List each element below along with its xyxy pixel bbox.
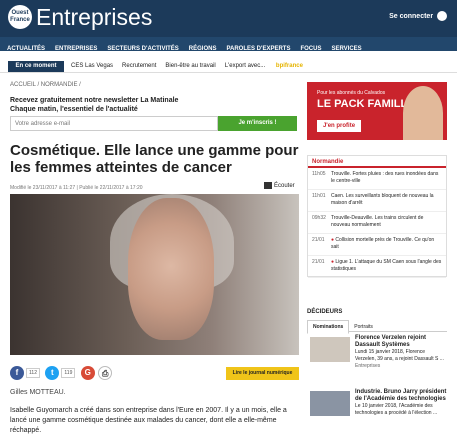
- nav-item-paroles[interactable]: PAROLES D'EXPERTS: [226, 46, 290, 52]
- subscribe-button[interactable]: Je m'inscris !: [218, 116, 297, 131]
- news-time: 21/01: [312, 237, 325, 243]
- decideurs-title: DÉCIDEURS: [307, 309, 343, 315]
- decideurs-tabs: Nominations Portraits: [307, 320, 447, 334]
- facebook-icon[interactable]: f: [10, 366, 24, 380]
- newsletter-line2: Chaque matin, l'essentiel de l'actualité: [10, 106, 138, 113]
- bpifrance-logo[interactable]: bpifrance: [276, 63, 303, 69]
- normandie-header[interactable]: Normandie: [308, 156, 446, 168]
- article-photo: [10, 194, 299, 355]
- normandie-widget: Normandie 11h05 Trouville. Fortes pluies …: [307, 155, 447, 278]
- nav-item-secteurs[interactable]: SECTEURS D'ACTIVITÉS: [107, 46, 178, 52]
- ouest-france-logo[interactable]: Ouest France: [8, 5, 32, 29]
- trending-item[interactable]: Recrutement: [122, 63, 156, 69]
- listen-button[interactable]: Écouter: [264, 182, 295, 189]
- read-journal-button[interactable]: Lire le journal numérique: [226, 367, 299, 380]
- tab-portraits[interactable]: Portraits: [349, 321, 378, 333]
- print-icon[interactable]: ⎙: [98, 366, 113, 380]
- news-text: Ligue 1. L'attaque du SM Caen sous l'ang…: [331, 259, 442, 272]
- trending-item[interactable]: CES Las Vegas: [71, 63, 113, 69]
- ad-line1: Pour les abonnés du Calvados: [317, 90, 386, 96]
- brand-title[interactable]: Entreprises: [36, 4, 152, 31]
- photo-face: [128, 198, 214, 340]
- article-title: Cosmétique. Elle lance une gamme pour le…: [10, 142, 299, 176]
- top-bar: Ouest France Entreprises Se connecter: [0, 0, 457, 37]
- ad-banner[interactable]: Pour les abonnés du Calvados LE PACK FAM…: [307, 82, 447, 140]
- decideur-photo: [310, 337, 350, 362]
- email-field[interactable]: Votre adresse e-mail: [10, 116, 218, 131]
- user-icon: [437, 11, 447, 21]
- photo-credit: Gilles MOTTEAU.: [10, 389, 66, 396]
- ad-family-image: [403, 86, 443, 140]
- twitter-count: 119: [61, 368, 76, 378]
- nav-item-services[interactable]: SERVICES: [331, 46, 361, 52]
- decideur-photo: [310, 391, 350, 416]
- twitter-icon[interactable]: t: [45, 366, 60, 380]
- decideur-title: Florence Verzelen rejoint Dassault Systè…: [355, 335, 427, 348]
- news-item[interactable]: 21/01 ● Collision mortelle près de Trouvi…: [308, 234, 446, 256]
- news-time: 11h05: [312, 171, 326, 177]
- article-lead: Isabelle Guyomarch a créé dans son entre…: [10, 407, 287, 434]
- trending-bar: En ce moment CES Las Vegas Recrutement Bie…: [0, 58, 457, 73]
- listen-label: Écouter: [274, 183, 295, 190]
- trending-item[interactable]: L'export avec...: [225, 63, 267, 69]
- news-time: 11h01: [312, 193, 326, 199]
- news-item[interactable]: 09h32 Trouville-Deauville. Les trains cir…: [308, 212, 446, 234]
- main-nav: ACTUALITÉS ENTREPRISES SECTEURS D'ACTIVITÉ…: [0, 37, 457, 52]
- news-text: Trouville. Fortes pluies : des rues inon…: [331, 171, 439, 184]
- news-item[interactable]: 11h05 Trouville. Fortes pluies : des rues…: [308, 168, 446, 190]
- nav-item-regions[interactable]: RÉGIONS: [189, 46, 217, 52]
- article-dates: Modifié le 23/11/2017 à 11:27 | Publié l…: [10, 185, 143, 191]
- login-label: Se connecter: [389, 12, 434, 20]
- news-item[interactable]: 11h01 Caen. Les surveillants bloquent de …: [308, 190, 446, 212]
- breadcrumb[interactable]: ACCUEIL / NORMANDIE /: [10, 82, 81, 88]
- trending-item[interactable]: Bien-être au travail: [165, 63, 215, 69]
- decideur-text: Le 10 janvier 2018, l'Académie des techn…: [355, 403, 438, 416]
- decideur-text: Lundi 15 janvier 2018, Florence Verzelen…: [355, 349, 444, 362]
- ad-line2: LE PACK FAMILLE: [317, 98, 415, 110]
- news-time: 09h32: [312, 215, 326, 221]
- decideur-source: Entreprises: [355, 363, 381, 369]
- news-text: Collision mortelle près de Trouville. Ce…: [331, 237, 435, 250]
- decideur-item[interactable]: Industrie. Bruno Jarry président de l'Ac…: [307, 388, 447, 439]
- news-time: 21/01: [312, 259, 325, 265]
- nav-item-focus[interactable]: FOCUS: [300, 46, 321, 52]
- share-bar: f 112 t 119 G ⎙: [10, 366, 114, 380]
- newsletter-promo: Recevez gratuitement notre newsletter La…: [10, 96, 178, 114]
- login-link[interactable]: Se connecter: [389, 11, 447, 21]
- trending-label: En ce moment: [8, 61, 64, 72]
- nav-item-entreprises[interactable]: ENTREPRISES: [55, 46, 97, 52]
- google-plus-icon[interactable]: G: [80, 366, 95, 380]
- nav-item-actualites[interactable]: ACTUALITÉS: [7, 46, 45, 52]
- speaker-icon: [264, 182, 272, 189]
- decideur-title: Industrie. Bruno Jarry président de l'Ac…: [355, 389, 447, 402]
- news-text: Trouville-Deauville. Les trains circulen…: [331, 215, 424, 228]
- news-text: Caen. Les surveillants bloquent de nouve…: [331, 193, 434, 206]
- ad-cta-button[interactable]: J'en profite: [317, 120, 361, 132]
- facebook-count: 112: [26, 368, 40, 378]
- decideur-item[interactable]: Florence Verzelen rejoint Dassault Systè…: [307, 334, 447, 374]
- news-item[interactable]: 21/01 ● Ligue 1. L'attaque du SM Caen sou…: [308, 256, 446, 278]
- newsletter-line1: Recevez gratuitement notre newsletter La…: [10, 97, 179, 104]
- tab-nominations[interactable]: Nominations: [307, 320, 350, 334]
- logo-text: Ouest France: [10, 10, 30, 23]
